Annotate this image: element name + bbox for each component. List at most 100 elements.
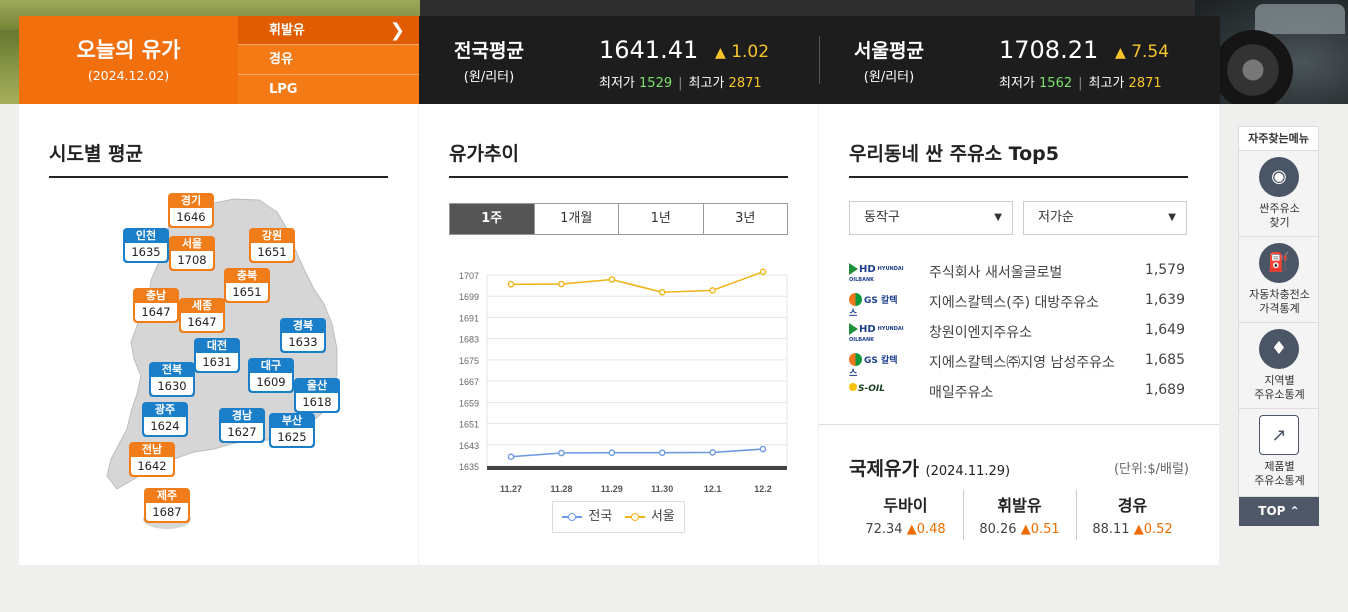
seoul-unit: (원/리터) bbox=[863, 70, 915, 85]
seoul-average: 서울평균 (원/리터) 1708.21 ▲ 7.54 최저가 1562 | 최고가 … bbox=[819, 16, 1220, 104]
legend-seoul-label: 서울 bbox=[650, 509, 675, 524]
hyundai-oilbank-logo: HD HYUNDAI OILBANK bbox=[849, 323, 904, 343]
region-pin-gyeongbuk[interactable]: 경북 1633 bbox=[280, 318, 326, 353]
y-tick-label: 1699 bbox=[459, 292, 479, 302]
region-pin-jeonnam[interactable]: 전남 1642 bbox=[129, 442, 175, 477]
y-tick-label: 1635 bbox=[459, 462, 479, 472]
station-row[interactable]: GS 칼텍스 지에스칼텍스(주) 대방주유소 1,639 bbox=[849, 286, 1189, 319]
region-pin-daejeon[interactable]: 대전 1631 bbox=[194, 338, 240, 373]
region-pin-seoul[interactable]: 서울 1708 bbox=[169, 236, 215, 271]
intl-oil-title: 국제유가 (2024.11.29) bbox=[849, 454, 1010, 481]
national-price: 1641.41 bbox=[599, 36, 699, 64]
tab-period-1year[interactable]: 1년 bbox=[619, 204, 704, 234]
station-row[interactable]: S-OIL 매일주유소 1,689 bbox=[849, 376, 1189, 406]
quick-menu: 자주찾는메뉴 ◉ 싼주유소 찾기 ⛽ 자동차충전소 가격통계 ♦ 지역별 주유소… bbox=[1238, 126, 1319, 497]
tab-period-3year[interactable]: 3년 bbox=[704, 204, 788, 234]
x-tick-label: 11.28 bbox=[550, 484, 572, 494]
y-tick-label: 1683 bbox=[459, 335, 479, 345]
data-point bbox=[507, 453, 515, 461]
station-name: 창원이엔지주유소 bbox=[929, 325, 1033, 341]
station-price: 1,689 bbox=[1144, 382, 1185, 398]
district-select[interactable]: 동작구 ▼ bbox=[849, 201, 1013, 235]
caret-down-icon: ▼ bbox=[1168, 212, 1176, 223]
y-tick-label: 1651 bbox=[459, 420, 479, 430]
region-pin-chungbuk[interactable]: 충북 1651 bbox=[224, 268, 270, 303]
region-pin-daegu[interactable]: 대구 1609 bbox=[248, 358, 294, 393]
cheap-station-panel: 우리동네 싼 주유소 Top5 동작구 ▼ 저가순 ▼ HD HYUNDAI OI… bbox=[819, 104, 1219, 565]
up-triangle-icon: ▲ bbox=[1115, 45, 1126, 61]
average-price-bar: 전국평균 (원/리터) 1641.41 ▲ 1.02 최저가 1529 | 최고가 … bbox=[419, 16, 1220, 104]
quick-menu-cheap-station[interactable]: ◉ 싼주유소 찾기 bbox=[1239, 151, 1318, 237]
national-change-value: 1.02 bbox=[731, 42, 770, 62]
today-price-box: 오늘의 유가 (2024.12.02) bbox=[19, 16, 238, 104]
oil-change: 0.48 bbox=[916, 522, 946, 537]
sort-select[interactable]: 저가순 ▼ bbox=[1023, 201, 1187, 235]
tab-lpg[interactable]: LPG bbox=[238, 75, 419, 104]
y-tick-label: 1691 bbox=[459, 313, 479, 323]
chart-legend: 전국 서울 bbox=[552, 501, 685, 533]
seoul-change-value: 7.54 bbox=[1131, 42, 1170, 62]
data-point bbox=[558, 449, 565, 457]
korea-map-shape bbox=[106, 198, 338, 529]
legend-national-label: 전국 bbox=[588, 509, 613, 524]
region-pin-ulsan[interactable]: 울산 1618 bbox=[294, 378, 340, 413]
region-pin-jeonbuk[interactable]: 전북 1630 bbox=[149, 362, 195, 397]
title-underline bbox=[849, 176, 1188, 178]
station-name: 매일주유소 bbox=[929, 385, 994, 401]
chevron-right-icon: ❯ bbox=[389, 20, 405, 41]
line-chart-icon: ↗ bbox=[1259, 415, 1299, 455]
quick-menu-product-stats[interactable]: ↗ 제품별 주유소통계 bbox=[1239, 409, 1318, 495]
region-pin-gyeongnam[interactable]: 경남 1627 bbox=[219, 408, 265, 443]
data-point bbox=[558, 280, 565, 288]
seoul-min: 1562 bbox=[1039, 76, 1073, 91]
x-tick-label: 11.27 bbox=[500, 484, 522, 494]
tab-diesel[interactable]: 경유 bbox=[238, 45, 419, 75]
legend-seoul-marker bbox=[624, 512, 645, 521]
data-point bbox=[658, 449, 666, 457]
region-pin-gyeonggi[interactable]: 경기 1646 bbox=[168, 193, 214, 228]
quick-menu-regional-stats[interactable]: ♦ 지역별 주유소통계 bbox=[1239, 323, 1318, 409]
scroll-top-button[interactable]: TOP ⌃ bbox=[1239, 497, 1319, 526]
station-row[interactable]: HD HYUNDAI OILBANK 주식회사 새서울글로벌 1,579 bbox=[849, 256, 1189, 286]
tab-gasoline-label: 휘발유 bbox=[269, 23, 305, 38]
quick-menu-label: 싼주유소 찾기 bbox=[1259, 202, 1300, 229]
x-axis-bar bbox=[487, 466, 787, 470]
section-divider bbox=[819, 424, 1219, 425]
region-pin-busan[interactable]: 부산 1625 bbox=[269, 413, 315, 448]
region-pin-chungnam[interactable]: 충남 1647 bbox=[133, 288, 179, 323]
seoul-max: 2871 bbox=[1128, 76, 1162, 91]
station-price: 1,639 bbox=[1144, 292, 1185, 308]
y-tick-label: 1675 bbox=[459, 356, 479, 366]
station-name: 주식회사 새서울글로벌 bbox=[929, 265, 1063, 281]
legend-national-marker bbox=[562, 512, 583, 521]
caret-down-icon: ▼ bbox=[994, 212, 1002, 223]
sort-select-value: 저가순 bbox=[1038, 210, 1074, 225]
station-row[interactable]: GS 칼텍스 지에스칼텍스㈜지영 남성주유소 1,685 bbox=[849, 346, 1189, 379]
station-row[interactable]: HD HYUNDAI OILBANK 창원이엔지주유소 1,649 bbox=[849, 316, 1189, 346]
top5-title: 우리동네 싼 주유소 Top5 bbox=[849, 143, 1059, 165]
oil-name: 휘발유 bbox=[997, 496, 1042, 515]
tab-gasoline[interactable]: 휘발유 ❯ bbox=[238, 16, 419, 46]
series-line-전국 bbox=[510, 448, 764, 458]
tab-period-1month[interactable]: 1개월 bbox=[535, 204, 619, 234]
station-price: 1,579 bbox=[1144, 262, 1185, 278]
regional-average-panel: 시도별 평균 경기 1646 인천 1635 서울 1708 강원 1651 충북 165… bbox=[19, 104, 418, 565]
national-average: 전국평균 (원/리터) 1641.41 ▲ 1.02 최저가 1529 | 최고가 … bbox=[419, 16, 819, 104]
data-point bbox=[709, 287, 716, 294]
region-pin-sejong[interactable]: 세종 1647 bbox=[179, 298, 225, 333]
price-trend-panel: 유가추이 1주 1개월 1년 3년 1707 1699 1691 1683 1675 16… bbox=[419, 104, 818, 565]
region-pin-jeju[interactable]: 제주 1687 bbox=[144, 488, 190, 523]
region-pin-incheon[interactable]: 인천 1635 bbox=[123, 228, 169, 263]
seoul-price: 1708.21 bbox=[999, 36, 1099, 64]
quick-menu-charging-stats[interactable]: ⛽ 자동차충전소 가격통계 bbox=[1239, 237, 1318, 323]
today-date: (2024.12.02) bbox=[87, 68, 170, 83]
region-pin-gwangju[interactable]: 광주 1624 bbox=[142, 402, 188, 437]
oil-change: 0.51 bbox=[1030, 522, 1060, 537]
tab-lpg-label: LPG bbox=[269, 81, 298, 97]
intl-oil-diesel: 경유 88.11 ▲0.52 bbox=[1076, 492, 1189, 537]
station-price: 1,649 bbox=[1144, 322, 1185, 338]
tab-period-1week[interactable]: 1주 bbox=[450, 204, 535, 234]
region-pin-gangwon[interactable]: 강원 1651 bbox=[249, 228, 295, 263]
seoul-label: 서울평균 bbox=[854, 40, 924, 62]
title-underline bbox=[449, 176, 788, 178]
